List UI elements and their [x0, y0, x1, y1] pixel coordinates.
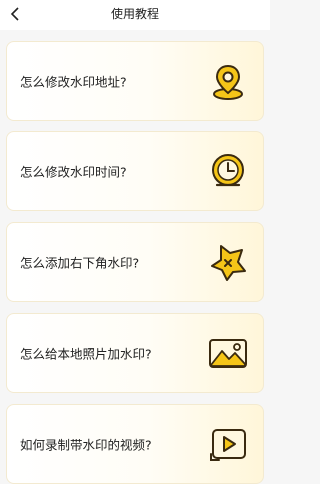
tutorial-card-address[interactable]: 怎么修改水印地址? — [6, 41, 264, 121]
video-play-icon — [207, 423, 249, 465]
clock-icon — [207, 150, 249, 192]
tutorial-label: 怎么修改水印地址? — [20, 74, 127, 90]
tutorial-label: 怎么修改水印时间? — [20, 164, 127, 180]
tutorial-label: 怎么给本地照片加水印? — [20, 346, 152, 362]
image-icon — [207, 332, 249, 374]
tutorial-label: 怎么添加右下角水印? — [20, 255, 140, 271]
top-bar: 使用教程 — [0, 0, 270, 30]
tutorial-card-corner-watermark[interactable]: 怎么添加右下角水印? — [6, 222, 264, 302]
page-title: 使用教程 — [110, 7, 159, 21]
tutorial-card-video[interactable]: 如何录制带水印的视频? — [6, 404, 264, 484]
tutorial-label: 如何录制带水印的视频? — [20, 437, 152, 453]
tutorial-card-time[interactable]: 怎么修改水印时间? — [6, 131, 264, 211]
location-pin-icon — [207, 60, 249, 102]
tutorial-card-local-photo[interactable]: 怎么给本地照片加水印? — [6, 313, 264, 393]
star-icon — [207, 241, 249, 283]
